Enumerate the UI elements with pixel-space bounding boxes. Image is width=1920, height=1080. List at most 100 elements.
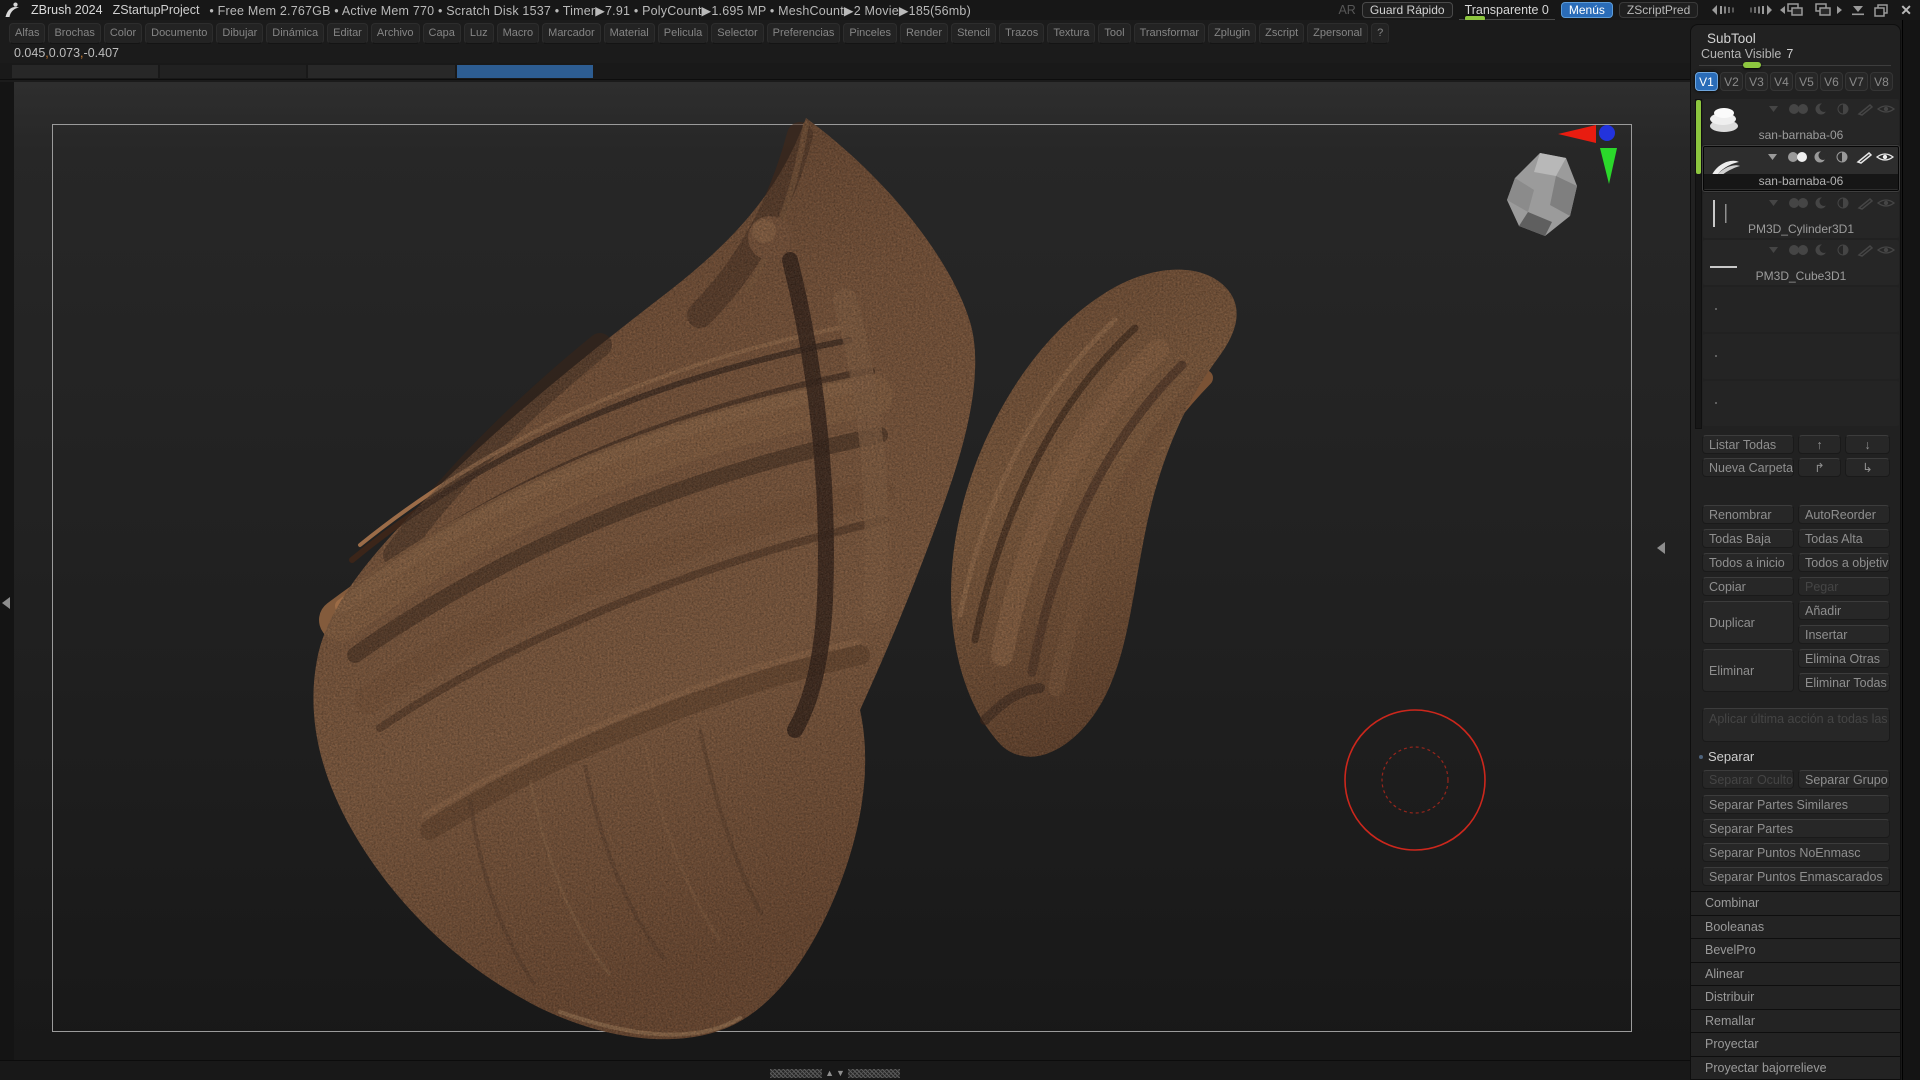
menus-toggle-button[interactable]: Menús (1561, 2, 1613, 18)
aplicar-ultima-accion-button[interactable]: Aplicar última acción a todas las h (1702, 708, 1890, 742)
subtool-row-empty[interactable] (1703, 287, 1899, 332)
eliminar-todas-button[interactable]: Eliminar Todas (1798, 673, 1890, 692)
shelf-segment-active[interactable] (457, 65, 593, 78)
shelf-segment-1[interactable] (12, 65, 158, 78)
version-button-v4[interactable]: V4 (1770, 72, 1793, 91)
left-tray-toggle-icon[interactable] (2, 597, 10, 609)
renombrar-button[interactable]: Renombrar (1702, 505, 1794, 524)
todas-alta-button[interactable]: Todas Alta (1798, 529, 1890, 548)
move-palette-left-icon[interactable] (1780, 3, 1807, 17)
menu-item-preferencias[interactable]: Preferencias (767, 23, 841, 44)
listar-todas-button[interactable]: Listar Todas (1702, 435, 1794, 454)
eliminar-button[interactable]: Eliminar (1702, 649, 1794, 692)
menu-item-pelicula[interactable]: Pelicula (658, 23, 709, 44)
subtool-scrollbar-thumb[interactable] (1696, 100, 1701, 174)
copiar-button[interactable]: Copiar (1702, 577, 1794, 596)
version-button-v5[interactable]: V5 (1795, 72, 1818, 91)
autoreorder-button[interactable]: AutoReorder (1798, 505, 1890, 524)
subtool-scrollbar[interactable] (1695, 99, 1702, 429)
zscriptpred-button[interactable]: ZScriptPred (1619, 2, 1698, 18)
tray-handle-hatch-right[interactable] (848, 1069, 900, 1078)
version-button-v3[interactable]: V3 (1745, 72, 1768, 91)
menu-item-zplugin[interactable]: Zplugin (1208, 23, 1256, 44)
section-row-alinear[interactable]: Alinear (1691, 962, 1900, 986)
section-row-distribuir[interactable]: Distribuir (1691, 985, 1900, 1009)
subtool-title[interactable]: SubTool (1707, 31, 1756, 46)
separar-partes-button[interactable]: Separar Partes (1702, 819, 1890, 838)
menu-item-render[interactable]: Render (900, 23, 948, 44)
separar-partes-similares-button[interactable]: Separar Partes Similares (1702, 795, 1890, 814)
tray-handle-hatch-left[interactable] (770, 1069, 822, 1078)
menu-item-marcador[interactable]: Marcador (542, 23, 600, 44)
tray-expand-icon[interactable]: ▲ (825, 1069, 834, 1078)
section-row-remallar[interactable]: Remallar (1691, 1009, 1900, 1033)
subtool-row[interactable]: san-barnaba-06 (1703, 99, 1899, 144)
transparent-slider[interactable]: Transparente 0 (1459, 0, 1555, 20)
visible-count-slider-handle[interactable] (1743, 62, 1761, 68)
version-button-v7[interactable]: V7 (1845, 72, 1868, 91)
menu-item-alfas[interactable]: Alfas (9, 23, 45, 44)
menu-item-editar[interactable]: Editar (327, 23, 368, 44)
separar-section-header[interactable]: Separar (1699, 749, 1754, 764)
menu-item-luz[interactable]: Luz (464, 23, 494, 44)
menu-item-tool[interactable]: Tool (1098, 23, 1130, 44)
move-palette-right-icon[interactable] (1815, 3, 1842, 17)
move-out-folder-button[interactable]: ↱ (1798, 458, 1841, 477)
right-tray-toggle-icon[interactable] (1657, 542, 1665, 554)
menu-item-selector[interactable]: Selector (711, 23, 763, 44)
menu-item-zpersonal[interactable]: Zpersonal (1307, 23, 1368, 44)
anadir-button[interactable]: Añadir (1798, 601, 1890, 620)
menu-item-textura[interactable]: Textura (1047, 23, 1095, 44)
menu-item-dibujar[interactable]: Dibujar (216, 23, 263, 44)
separar-puntos-noenmasc-button[interactable]: Separar Puntos NoEnmasc (1702, 843, 1890, 862)
shelf-segment-2[interactable] (160, 65, 306, 78)
camera-widget[interactable] (1507, 153, 1577, 236)
menu-item-pinceles[interactable]: Pinceles (843, 23, 897, 44)
todas-baja-button[interactable]: Todas Baja (1702, 529, 1794, 548)
version-button-v6[interactable]: V6 (1820, 72, 1843, 91)
menu-item-macro[interactable]: Macro (497, 23, 540, 44)
menu-item-archivo[interactable]: Archivo (371, 23, 420, 44)
minimize-icon[interactable] (1850, 4, 1866, 16)
duplicar-button[interactable]: Duplicar (1702, 601, 1794, 644)
section-row-combinar[interactable]: Combinar (1691, 891, 1900, 915)
menu-item-documento[interactable]: Documento (145, 23, 213, 44)
pegar-button[interactable]: Pegar (1798, 577, 1890, 596)
separar-grupo-button[interactable]: Separar Grupo (1798, 770, 1890, 789)
elimina-otras-button[interactable]: Elimina Otras (1798, 649, 1890, 668)
menu-item-transformar[interactable]: Transformar (1134, 23, 1206, 44)
menu-item-item-26[interactable]: ? (1371, 23, 1389, 44)
menu-item-capa[interactable]: Capa (423, 23, 461, 44)
section-row-booleanas[interactable]: Booleanas (1691, 915, 1900, 939)
bottom-tray-handle[interactable]: ▲ ▼ (770, 1068, 900, 1078)
subtool-row[interactable]: PM3D_Cylinder3D1 (1703, 193, 1899, 238)
restore-window-icon[interactable] (1874, 4, 1888, 17)
todos-a-objetivo-button[interactable]: Todos a objetivo (1798, 553, 1890, 572)
version-button-v2[interactable]: V2 (1720, 72, 1743, 91)
menu-item-trazos[interactable]: Trazos (999, 23, 1044, 44)
separar-puntos-enmascarados-button[interactable]: Separar Puntos Enmascarados (1702, 867, 1890, 886)
menu-item-brochas[interactable]: Brochas (48, 23, 100, 44)
shrink-tray-right-icon[interactable] (1746, 4, 1772, 16)
nueva-carpeta-button[interactable]: Nueva Carpeta (1702, 458, 1794, 477)
subtool-row-empty[interactable] (1703, 381, 1899, 426)
section-row-proyectar[interactable]: Proyectar (1691, 1032, 1900, 1056)
document-canvas[interactable] (14, 82, 1692, 1060)
right-scroll-strip[interactable] (1902, 20, 1920, 1080)
move-down-button[interactable]: ↓ (1845, 435, 1890, 454)
move-up-button[interactable]: ↑ (1798, 435, 1841, 454)
todos-a-inicio-button[interactable]: Todos a inicio (1702, 553, 1794, 572)
version-button-v8[interactable]: V8 (1870, 72, 1893, 91)
menu-item-stencil[interactable]: Stencil (951, 23, 996, 44)
subtool-row-empty[interactable] (1703, 334, 1899, 379)
insertar-button[interactable]: Insertar (1798, 625, 1890, 644)
shelf-segment-3[interactable] (308, 65, 455, 78)
tray-collapse-icon[interactable]: ▼ (836, 1069, 845, 1078)
move-into-folder-button[interactable]: ↳ (1845, 458, 1890, 477)
menu-item-zscript[interactable]: Zscript (1259, 23, 1304, 44)
close-icon[interactable]: ✕ (1896, 2, 1916, 19)
menu-item-color[interactable]: Color (104, 23, 142, 44)
shrink-tray-left-icon[interactable] (1712, 4, 1738, 16)
version-button-v1[interactable]: V1 (1695, 72, 1718, 91)
quick-save-button[interactable]: Guard Rápido (1362, 2, 1453, 18)
